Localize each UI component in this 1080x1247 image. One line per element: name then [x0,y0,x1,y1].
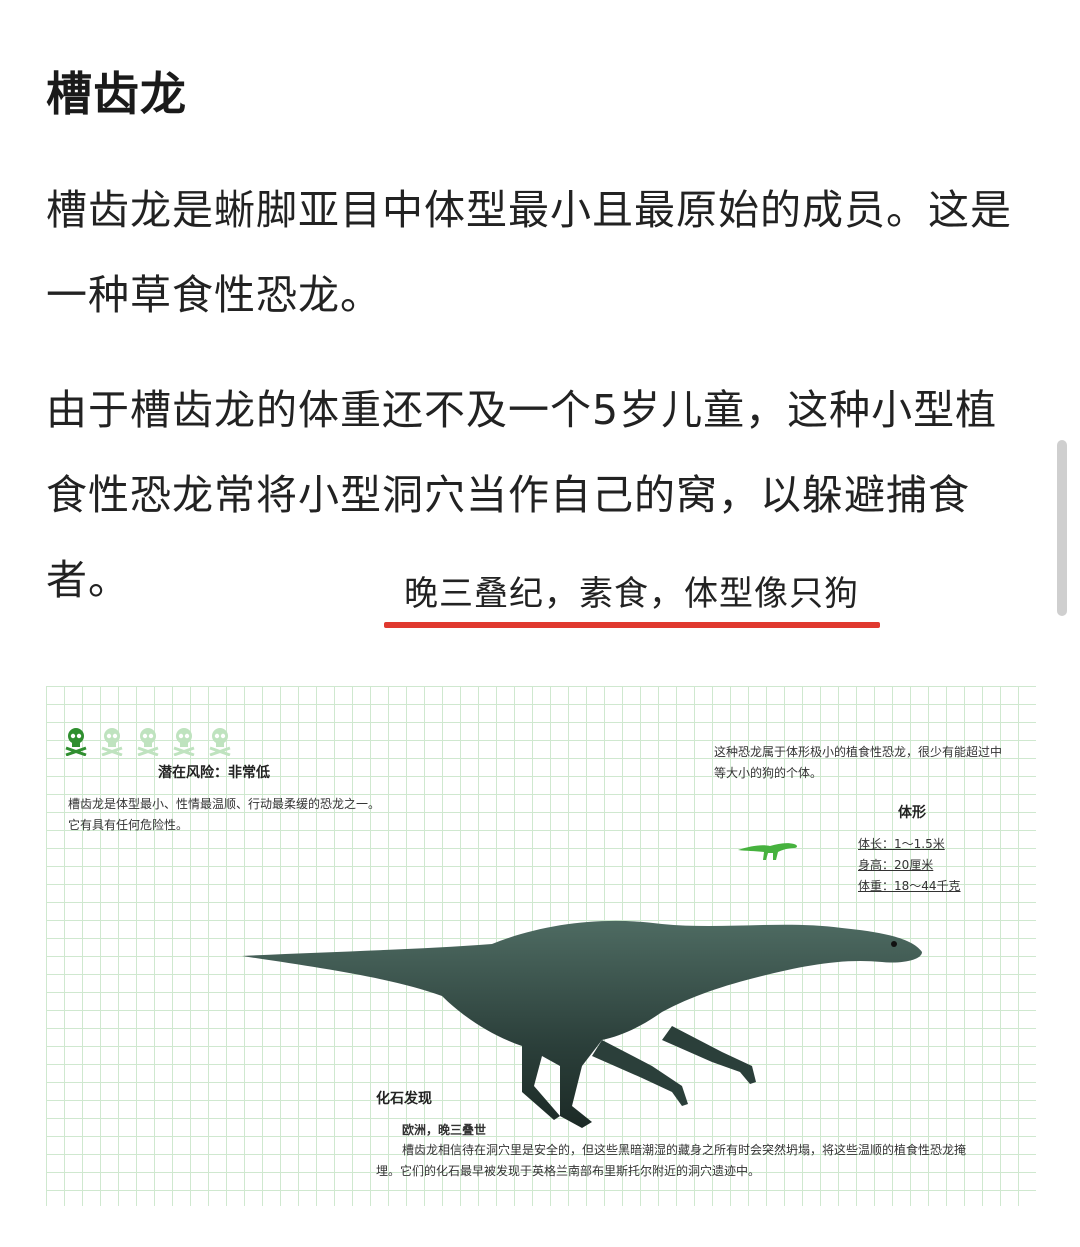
risk-label: 潜在风险：非常低 [158,765,270,781]
stat-height: 身高：20厘米 [858,858,934,872]
skull-icon [101,728,123,756]
stat-weight: 体重：18～44千克 [858,879,961,893]
article-paragraph-1: 槽齿龙是蜥脚亚目中体型最小且最原始的成员。这是一种草食性恐龙。 [46,186,1012,319]
skull-icon [173,728,195,756]
skull-icon [65,728,87,756]
skull-icon [137,728,159,756]
fossil-discovery-label: 化石发现 [376,1091,432,1107]
size-note: 这种恐龙属于体形极小的植食性恐龙，很少有能超过中等大小的狗的个体。 [714,745,1003,780]
risk-rating [64,726,232,756]
scrollbar-thumb[interactable] [1057,440,1067,616]
fossil-description: 槽齿龙相信待在洞穴里是安全的，但这些黑暗潮湿的藏身之所有时会突然坍塌，将这些温顺… [376,1143,967,1178]
skull-icon [209,728,231,756]
dinosaur-silhouette-icon [738,843,797,860]
annotation-underline [384,622,880,628]
body-stats: 体长：1～1.5米 身高：20厘米 体重：18～44千克 [858,834,961,897]
handwritten-annotation: 晚三叠纪，素食，体型像只狗 [404,574,859,614]
dinosaur-info-figure[interactable]: 潜在风险：非常低 槽齿龙是体型最小、性情最温顺、行动最柔缓的恐龙之一。它有具有任… [46,686,1036,1206]
body-size-label: 体形 [898,805,926,821]
stat-length: 体长：1～1.5米 [858,837,945,851]
dinosaur-illustration [242,920,922,1128]
risk-description: 槽齿龙是体型最小、性情最温顺、行动最柔缓的恐龙之一。它有具有任何危险性。 [68,797,381,832]
article-title: 槽齿龙 [46,67,187,121]
fossil-region: 欧洲，晚三叠世 [402,1123,487,1137]
